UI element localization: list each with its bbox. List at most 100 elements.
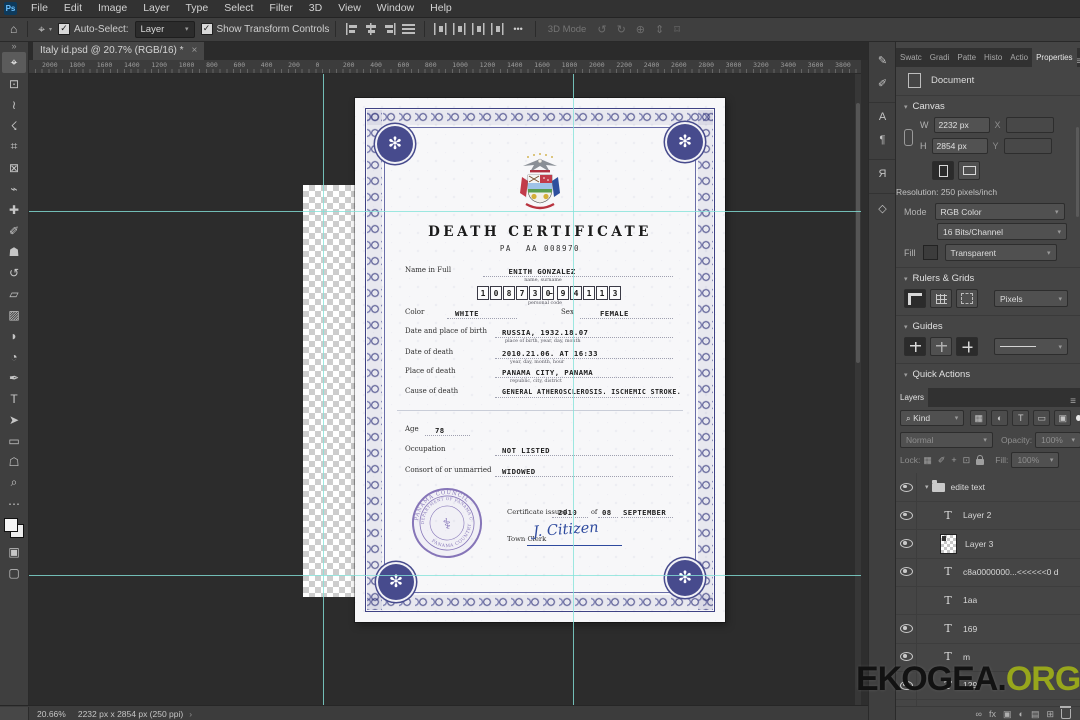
new-layer-icon[interactable]: ⊞ [1046,708,1054,720]
chevron-down-icon[interactable]: ▾ [904,275,908,283]
layer-visibility-toggle[interactable] [896,529,917,558]
type-tool[interactable]: T [2,388,26,409]
eraser-tool[interactable]: ▱ [2,283,26,304]
foreground-color-swatch[interactable] [4,518,18,532]
layer-row[interactable]: T Layer 2 [896,501,1080,531]
distribute-left-icon[interactable] [472,23,486,35]
link-layers-icon[interactable]: ∞ [976,708,982,720]
filter-pixel-layers-icon[interactable]: ▦ [970,410,988,426]
canvas-area[interactable]: ✻ ✻ ✻ ✻ DEATH CERTIFICATE PA AA 008970 N… [28,73,861,705]
toggle-snap-button[interactable] [956,289,978,308]
layer-effects-icon[interactable]: fx [989,708,996,720]
blur-tool[interactable]: ◗ [2,325,26,346]
tab-histo[interactable]: Histo [980,48,1006,67]
healing-brush-tool[interactable]: ✚ [2,199,26,220]
new-group-icon[interactable]: ▤ [1031,708,1040,720]
landscape-orientation-button[interactable] [958,161,980,180]
layer-visibility-toggle[interactable] [896,671,917,700]
shape-tool[interactable]: ▭ [2,430,26,451]
character-panel-icon[interactable]: A [873,107,893,127]
align-justify-icon[interactable] [402,23,416,35]
adjustment-layer-icon[interactable]: ◐ [1019,708,1024,720]
ruler-units-dropdown[interactable]: Pixels ▾ [994,290,1068,307]
frame-tool[interactable]: ⊠ [2,157,26,178]
document-tab[interactable]: Italy id.psd @ 20.7% (RGB/16) * × [33,41,205,60]
layer-row[interactable]: Tc8a0000000...<<<<<<0 d [896,557,1080,587]
layer-mask-icon[interactable]: ▣ [1003,708,1012,720]
layer-visibility-toggle[interactable] [896,642,917,671]
lasso-tool[interactable]: ≀ [2,94,26,115]
toolbar-ellipsis[interactable]: ⋯ [2,493,26,514]
portrait-orientation-button[interactable] [932,161,954,180]
distribute-right-icon[interactable] [491,23,505,35]
layer-row[interactable]: T 169 [896,614,1080,644]
menu-edit[interactable]: Edit [56,0,90,17]
home-icon[interactable]: ⌂ [6,22,21,36]
layer-row[interactable]: Layer 3 [896,529,1080,559]
menu-3d[interactable]: 3D [301,0,330,17]
panel-menu-icon[interactable]: ≡ [1070,396,1080,407]
zoom-level[interactable]: 20.66% [37,709,66,719]
panel-scrollbar[interactable] [1076,127,1079,217]
auto-select-checkbox[interactable]: ✓ [58,23,71,35]
canvas-vertical-scrollbar[interactable] [855,73,861,705]
paragraph-panel-icon[interactable]: ¶ [873,130,893,150]
menu-layer[interactable]: Layer [135,0,177,17]
lock-artboard-icon[interactable]: ⊡ [963,455,971,466]
menu-select[interactable]: Select [216,0,261,17]
menu-window[interactable]: Window [369,0,422,17]
zoom-tool[interactable]: ⌕ [2,472,26,493]
show-transform-checkbox[interactable]: ✓ [200,23,213,35]
pen-tool[interactable]: ✒ [2,367,26,388]
filter-adjustment-layers-icon[interactable]: ◐ [991,410,1009,426]
fill-dropdown[interactable]: Transparent ▾ [944,244,1057,261]
menu-view[interactable]: View [330,0,369,17]
death-certificate-document[interactable]: ✻ ✻ ✻ ✻ DEATH CERTIFICATE PA AA 008970 N… [355,98,725,622]
move-tool[interactable]: ⌖ [2,52,26,73]
layer-visibility-toggle[interactable] [896,557,917,586]
status-menu-arrow[interactable]: › [189,709,192,719]
layer-row[interactable]: Tm [896,642,1080,672]
auto-select-target-dropdown[interactable]: Layer ▾ [134,20,195,38]
tab-layers[interactable]: Layers [896,388,929,407]
history-brush-tool[interactable]: ↺ [2,262,26,283]
layer-visibility-toggle[interactable] [896,614,917,643]
lock-position-icon[interactable]: + [951,455,956,465]
menu-type[interactable]: Type [177,0,216,17]
bit-depth-dropdown[interactable]: 16 Bits/Channel ▾ [937,223,1067,240]
crop-tool[interactable]: ⌗ [2,136,26,157]
chevron-down-icon[interactable]: ▾ [904,371,908,379]
quick-mask-button[interactable]: ▣ [2,541,26,562]
collapse-toolbar-button[interactable]: » [0,41,28,52]
brush-tool[interactable]: ✐ [2,220,26,241]
chevron-down-icon[interactable]: ▾ [925,483,929,491]
horizontal-ruler[interactable]: 2000 1800 1600 1400 1200 1000 800 600 400 200 0 200… [28,60,861,74]
filter-toggle-icon[interactable] [1076,415,1080,421]
dodge-tool[interactable]: ◔ [2,346,26,367]
color-mode-dropdown[interactable]: RGB Color ▾ [934,203,1065,220]
layer-visibility-toggle[interactable] [896,473,917,501]
layer-visibility-toggle[interactable] [896,501,917,530]
3d-panel-icon[interactable]: ◇ [873,198,893,218]
toggle-rulers-button[interactable] [904,289,926,308]
gradient-tool[interactable]: ▨ [2,304,26,325]
panel-menu-icon[interactable]: ≡ [1077,56,1080,67]
chevron-down-icon[interactable]: ▾ [904,323,908,331]
marquee-tool[interactable]: ⊡ [2,73,26,94]
glyphs-panel-icon[interactable]: Я [873,164,893,184]
link-dimensions-icon[interactable] [904,128,913,146]
align-right-icon[interactable] [383,23,397,35]
tab-patte[interactable]: Patte [953,48,980,67]
distribute-vertical-icon[interactable] [453,23,467,35]
toggle-guides-button[interactable] [904,337,926,356]
brush-settings-icon[interactable]: ✎ [873,50,893,70]
hand-tool[interactable]: ☖ [2,451,26,472]
layer-visibility-toggle[interactable] [896,586,917,615]
chevron-down-icon[interactable]: ▾ [49,26,52,33]
layer-row[interactable]: T 1aa [896,586,1080,616]
lock-all-icon[interactable] [976,455,985,465]
lock-guides-button[interactable] [956,337,978,356]
move-tool-icon[interactable]: ⌖ [34,22,49,37]
close-icon[interactable]: × [192,45,198,56]
brushes-icon[interactable]: ✐ [873,73,893,93]
